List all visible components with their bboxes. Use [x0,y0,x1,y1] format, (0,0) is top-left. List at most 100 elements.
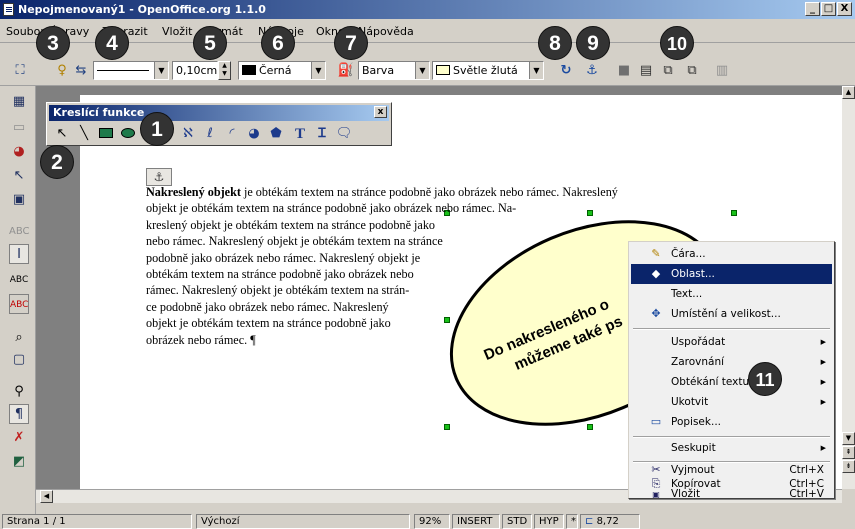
minimize-button[interactable]: _ [805,2,820,16]
status-position-value: 8,72 [596,516,619,527]
callout-badge-4: 4 [95,26,129,60]
scroll-left-button[interactable]: ◀ [40,490,53,503]
area-style-label: Barva [362,64,395,77]
caption-icon: ▭ [650,415,662,428]
arc-tool-icon[interactable]: ◜ [223,125,241,143]
line-color-label: Černá [259,64,292,77]
line-style-select[interactable]: ▼ [93,61,169,80]
wrap-off-icon[interactable]: ■ [614,61,634,81]
autospellcheck-icon[interactable]: ABC [9,294,29,314]
scroll-down-button[interactable]: ▼ [842,432,855,445]
insert-object-icon[interactable]: ◕ [9,142,29,162]
pen-icon: ✎ [651,247,661,260]
area-color-select[interactable]: Světle žlutá ▼ [432,61,544,80]
submenu-arrow-icon: ▶ [820,444,826,452]
menu-item-label: Uspořádat [671,336,726,348]
form-controls-icon[interactable]: ↖ [9,166,29,186]
menu-vlozit[interactable]: Vložit [162,25,192,38]
menu-item-shortcut: Ctrl+V [789,488,824,500]
graphics-off-icon[interactable]: ✗ [9,428,29,448]
status-page-style[interactable]: Výchozí [196,514,410,529]
menu-item-area[interactable]: ◆ Oblast... [631,264,832,284]
rotate-icon[interactable]: ↻ [556,61,576,81]
submenu-arrow-icon: ▶ [820,338,826,346]
position-size-icon: ✥ [651,307,661,320]
navigator-icon[interactable]: ▢ [9,350,29,370]
text-tool-icon[interactable]: T [291,125,309,143]
vertical-text-tool-icon[interactable]: Ɪ [313,125,331,143]
menu-item-text-wrap[interactable]: Obtékání textu ▶ [631,372,832,392]
area-fill-icon[interactable]: ⛽ [336,61,356,81]
ellipse-tool-icon[interactable] [119,125,137,143]
zoom-icon[interactable]: ⚲ [9,382,29,402]
menu-item-line[interactable]: ✎ Čára... [631,244,832,264]
scroll-up-button[interactable]: ▲ [842,86,855,99]
selection-handle[interactable] [731,210,737,216]
page-up-button[interactable]: ⇞ [842,446,855,459]
autospell-off-icon[interactable]: ABC [9,222,30,242]
callout-badge-5: 5 [193,26,227,60]
fill-bucket-icon: ◆ [651,267,661,280]
status-zoom[interactable]: 92% [414,514,450,529]
wrap-page-icon[interactable]: ▤ [636,61,656,81]
callout-badge-9: 9 [576,26,610,60]
line-color-select[interactable]: Černá ▼ [238,61,326,80]
object-toolbar: ⛶ ♀ ⇆ ▼ 0,10cm ▲ ▼ Černá ▼ ⛽ Barva ▼ Světle… [0,55,855,86]
menu-item-group[interactable]: Seskupit ▶ [631,438,832,458]
bring-to-front-icon[interactable]: ⧉ [658,61,678,81]
close-button[interactable]: X [837,2,852,16]
freeform-tool-icon[interactable]: ℓ [201,125,219,143]
window-title: Nepojmenovaný1 - OpenOffice.org 1.1.0 [18,3,266,16]
formatting-marks-icon[interactable]: ¶ [9,404,29,424]
vertical-scrollbar[interactable]: ▲ ▼ ⇞ ⇟ [842,86,855,489]
area-style-select[interactable]: Barva ▼ [358,61,430,80]
online-layout-icon[interactable]: ◩ [9,452,29,472]
paste-icon: ▣ [652,490,660,499]
menu-separator [633,461,830,463]
segment-tool-icon[interactable]: ⬟ [267,125,285,143]
status-selection-mode[interactable]: STD [502,514,532,529]
menu-item-alignment[interactable]: Zarovnání ▶ [631,352,832,372]
submenu-arrow-icon: ▶ [820,358,826,366]
menu-item-label: Oblast... [671,268,715,280]
arrow-style-icon[interactable]: ⇆ [71,61,91,81]
curve-tool-icon[interactable]: ℵ [179,125,197,143]
text-cursor-icon[interactable]: I [9,244,29,264]
draw-panel-close-button[interactable]: x [374,106,387,118]
anchor-icon[interactable]: ⚓ [582,61,602,81]
menu-item-label: Obtékání textu [671,376,750,388]
line-tool-icon[interactable]: ╲ [75,125,93,143]
send-to-back-icon[interactable]: ⧉ [682,61,702,81]
insert-table-icon[interactable]: ▦ [9,92,29,112]
menu-item-caption[interactable]: ▭ Popisek... [631,412,832,432]
menu-item-paste[interactable]: ▣ Vložit Ctrl+V [631,488,832,500]
line-style-icon[interactable]: ♀ [52,61,72,81]
callout-tool-icon[interactable]: 🗨 [335,125,353,143]
rectangle-tool-icon[interactable] [97,125,115,143]
selection-handle[interactable] [444,424,450,430]
select-arrow-icon[interactable]: ↖ [53,125,71,143]
menu-item-cut[interactable]: ✂ Vyjmout Ctrl+X [631,464,832,477]
menu-item-label: Seskupit [671,442,716,454]
page-down-button[interactable]: ⇟ [842,460,855,473]
draw-panel-title[interactable]: Kreslící funkce [49,105,389,121]
find-replace-icon[interactable]: ⌕ [9,328,29,348]
spellcheck-icon[interactable]: ABC [9,270,29,290]
menu-item-anchor[interactable]: Ukotvit ▶ [631,392,832,412]
sector-tool-icon[interactable]: ◕ [245,125,263,143]
menu-item-text[interactable]: Text... [631,284,832,304]
maximize-button[interactable]: □ [821,2,836,16]
title-bar: Nepojmenovaný1 - OpenOffice.org 1.1.0 _ … [0,0,855,19]
line-width-spinner[interactable]: ▲ ▼ [218,61,231,80]
text-line-1: je obtékám textem na stránce podobně jak… [240,185,618,199]
selection-handle[interactable] [587,424,593,430]
status-insert-mode[interactable]: INSERT [452,514,500,529]
toggle-toolbar-icon[interactable]: ⛶ [10,61,30,81]
align-icon[interactable]: ▥ [712,61,732,81]
insert-field-icon[interactable]: ▭ [9,118,29,138]
menu-item-position-size[interactable]: ✥ Umístění a velikost... [631,304,832,324]
line-width-input[interactable]: 0,10cm [172,61,218,80]
insert-frame-icon[interactable]: ▣ [9,190,29,210]
status-hyperlink-mode[interactable]: HYP [534,514,564,529]
menu-item-arrange[interactable]: Uspořádat ▶ [631,332,832,352]
